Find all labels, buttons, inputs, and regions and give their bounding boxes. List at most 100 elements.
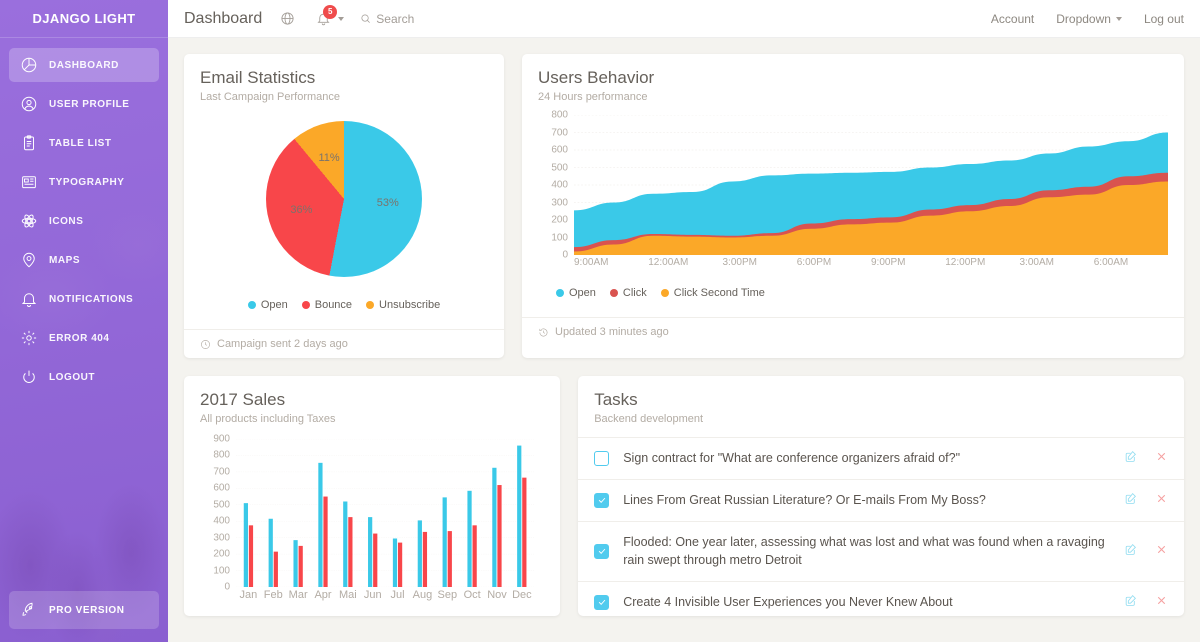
- users-behavior-plot: [574, 115, 1168, 255]
- sales-plot: [236, 439, 535, 587]
- sidebar: DJANGO LIGHT DASHBOARD USER PROFILE TABLE …: [0, 0, 168, 642]
- dashboard-row-1: Email Statistics Last Campaign Performan…: [184, 54, 1184, 358]
- search-label: Search: [376, 11, 415, 26]
- user-circle-icon: [19, 94, 39, 114]
- y-tick-label: 700: [551, 127, 568, 138]
- pro-version-button[interactable]: PRO VERSION: [9, 591, 159, 629]
- sidebar-item-notifications[interactable]: NOTIFICATIONS: [9, 282, 159, 316]
- map-pin-icon: [19, 250, 39, 270]
- sidebar-item-error-404[interactable]: ERROR 404: [9, 321, 159, 355]
- edit-icon[interactable]: [1124, 492, 1137, 508]
- newspaper-icon: [19, 172, 39, 192]
- task-label: Flooded: One year later, assessing what …: [623, 534, 1105, 568]
- legend-label: Click: [622, 287, 647, 299]
- task-checkbox[interactable]: [594, 594, 610, 610]
- legend-color-dot: [366, 301, 375, 309]
- legend-item[interactable]: Open: [556, 287, 596, 299]
- users-behavior-x-axis: 9:00AM 12:00AM 3:00PM 6:00PM 9:00PM 12:00PM 3:…: [574, 257, 1168, 268]
- pie-slice-label: 11%: [318, 151, 340, 164]
- x-tick-label: 6:00PM: [796, 257, 832, 268]
- legend-item[interactable]: Click: [609, 287, 647, 299]
- sidebar-item-label: DASHBOARD: [49, 59, 119, 71]
- task-checkbox[interactable]: [594, 450, 610, 466]
- email-statistics-pie-chart: 53% 36% 11%: [200, 109, 488, 289]
- close-icon[interactable]: [1155, 450, 1168, 466]
- sidebar-nav: DASHBOARD USER PROFILE TABLE LIST TYPOGRAPH…: [0, 48, 168, 591]
- task-row: Flooded: One year later, assessing what …: [578, 520, 1184, 582]
- brand-logo[interactable]: DJANGO LIGHT: [0, 0, 168, 38]
- x-tick-label: 9:00PM: [871, 257, 906, 268]
- legend-item[interactable]: Unsubscribe: [366, 299, 440, 311]
- bell-icon: [19, 289, 39, 309]
- sidebar-item-dashboard[interactable]: DASHBOARD: [9, 48, 159, 82]
- sales-card: 2017 Sales All products including Taxes …: [184, 376, 561, 616]
- app-root: DJANGO LIGHT DASHBOARD USER PROFILE TABLE …: [0, 0, 1200, 642]
- notifications-badge: 5: [323, 4, 338, 19]
- search-button[interactable]: Search: [360, 12, 414, 26]
- close-icon[interactable]: [1155, 543, 1168, 559]
- sidebar-item-typography[interactable]: TYPOGRAPHY: [9, 165, 159, 199]
- check-icon: [598, 600, 605, 606]
- sidebar-item-label: MAPS: [49, 254, 81, 266]
- x-tick-label: Jul: [390, 589, 405, 601]
- legend-color-dot: [247, 301, 256, 309]
- rocket-icon: [19, 600, 39, 620]
- y-tick-label: 600: [551, 144, 568, 156]
- notifications-bell-icon[interactable]: 5: [310, 4, 338, 32]
- users-behavior-legend: Open Click Click Second Time: [538, 275, 1168, 313]
- task-label: Create 4 Invisible User Experiences you …: [623, 595, 953, 609]
- page-title: Dashboard: [184, 9, 263, 27]
- y-tick-label: 700: [213, 466, 230, 478]
- sales-bar-chart: 0 100 200 300 400 500 600 700 800 900 Jan Feb Mar Ap…: [200, 434, 544, 614]
- sidebar-item-maps[interactable]: MAPS: [9, 243, 159, 277]
- gear-icon: [19, 328, 39, 348]
- topbar-link-dropdown[interactable]: Dropdown: [1056, 12, 1122, 26]
- globe-icon[interactable]: [274, 6, 300, 32]
- x-tick-label: Oct: [463, 589, 481, 601]
- search-icon: [361, 14, 371, 23]
- sidebar-item-table-list[interactable]: TABLE LIST: [9, 126, 159, 160]
- topbar-link-log-out[interactable]: Log out: [1144, 12, 1184, 26]
- legend-item[interactable]: Click Second Time: [660, 287, 765, 299]
- x-tick-label: 9:00AM: [574, 257, 609, 268]
- topbar-links: Account Dropdown Log out: [991, 12, 1184, 26]
- sidebar-item-icons[interactable]: ICONS: [9, 204, 159, 238]
- users-behavior-area-chart: 800 700 600 500 400 300 200 100 0 9:00AM 12:00AM 3…: [538, 110, 1168, 275]
- legend-label: Click Second Time: [673, 287, 765, 299]
- edit-icon[interactable]: [1124, 450, 1137, 466]
- task-checkbox[interactable]: [594, 543, 610, 559]
- y-tick-label: 900: [213, 433, 230, 445]
- legend-label: Bounce: [314, 299, 353, 311]
- check-icon: [598, 497, 605, 504]
- sidebar-item-label: NOTIFICATIONS: [49, 293, 134, 305]
- x-tick-label: 12:00AM: [648, 257, 689, 268]
- edit-icon[interactable]: [1124, 594, 1137, 610]
- dashboard-content: Email Statistics Last Campaign Performan…: [168, 38, 1200, 642]
- clipboard-icon: [19, 133, 39, 153]
- chevron-down-icon: [1115, 16, 1122, 21]
- edit-icon[interactable]: [1124, 543, 1137, 559]
- email-statistics-title: Email Statistics: [200, 68, 316, 87]
- chevron-down-icon[interactable]: [338, 16, 345, 21]
- legend-item[interactable]: Open: [247, 299, 288, 311]
- topbar-link-account[interactable]: Account: [991, 12, 1034, 26]
- topbar-link-label: Account: [990, 11, 1035, 26]
- task-checkbox[interactable]: [594, 492, 610, 508]
- sidebar-item-label: ICONS: [49, 215, 84, 227]
- sidebar-item-user-profile[interactable]: USER PROFILE: [9, 87, 159, 121]
- sales-y-axis: 0 100 200 300 400 500 600 700 800 900: [200, 434, 230, 593]
- close-icon[interactable]: [1155, 594, 1168, 610]
- pie-slice-label: 36%: [290, 203, 313, 216]
- legend-color-dot: [556, 289, 564, 297]
- pie-chart-icon: [19, 55, 39, 75]
- legend-item[interactable]: Bounce: [301, 299, 353, 311]
- task-row: Create 4 Invisible User Experiences you …: [578, 581, 1184, 616]
- y-tick-label: 600: [213, 482, 230, 494]
- clock-icon: [201, 339, 210, 349]
- pro-version-label: PRO VERSION: [49, 604, 125, 616]
- topbar: Dashboard 5 Search Account Dropdown Log ou…: [168, 0, 1200, 38]
- tasks-list: Sign contract for "What are conference o…: [578, 437, 1184, 616]
- sidebar-item-logout[interactable]: LOGOUT: [9, 360, 159, 394]
- close-icon[interactable]: [1155, 492, 1168, 508]
- x-tick-label: Apr: [314, 589, 332, 601]
